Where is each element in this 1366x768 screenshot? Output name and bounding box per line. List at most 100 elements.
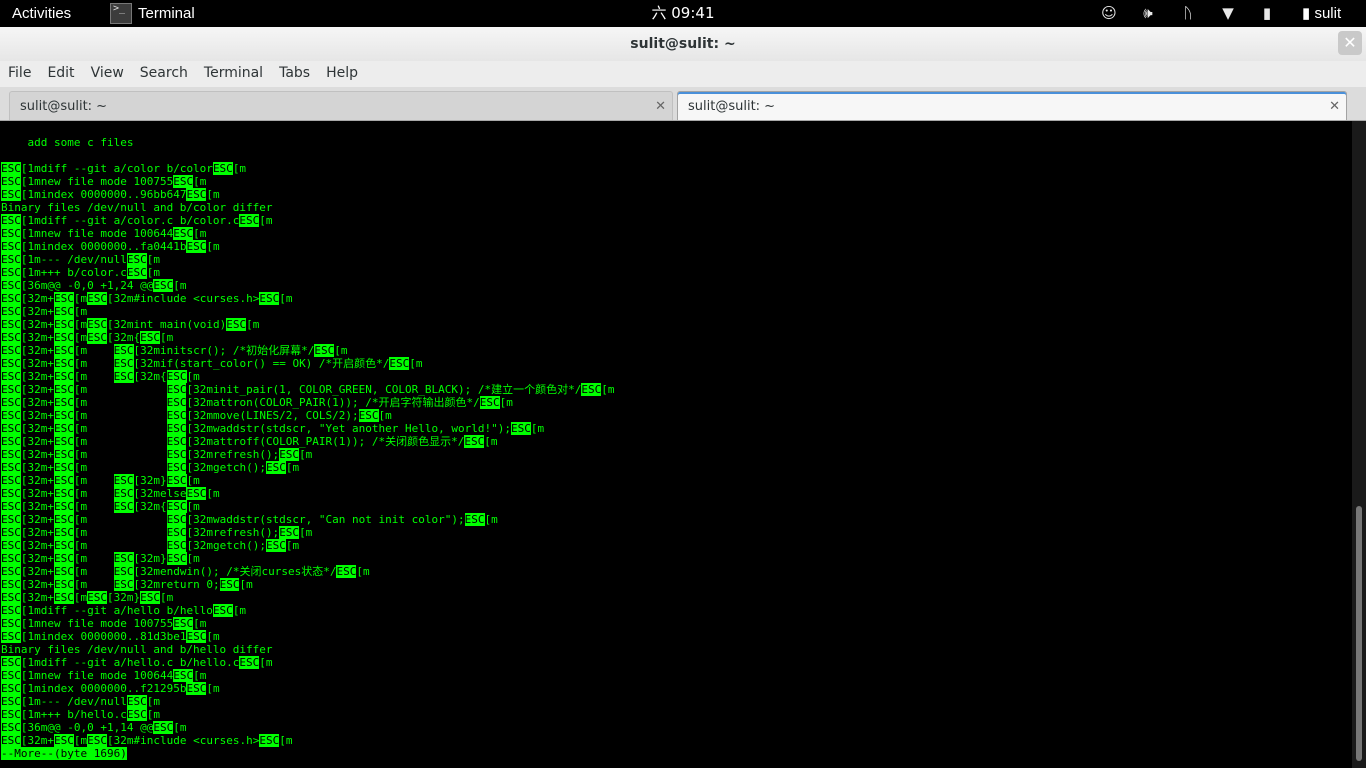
esc-control-marker: ESC [1,279,21,292]
terminal-line: ESC[32m+ESC[m ESC[32mif(start_color() ==… [1,357,423,370]
esc-control-marker: ESC [54,734,74,747]
esc-control-marker: ESC [166,552,187,565]
esc-control-marker: ESC [113,474,134,487]
esc-control-marker: ESC [87,591,107,604]
user-menu[interactable]: ▮ sulit [1302,0,1341,27]
esc-control-marker: ESC [1,175,21,188]
esc-control-marker: ESC [166,539,187,552]
terminal-line: ESC[32m+ESC[m ESC[32m}ESC[m [1,474,200,487]
menu-help[interactable]: Help [318,61,366,87]
esc-control-marker: ESC [87,331,107,344]
terminal-line: ESC[32m+ESC[m ESC[32mgetch();ESC[m [1,539,300,552]
esc-control-marker: ESC [166,461,187,474]
esc-control-marker: ESC [87,292,107,305]
pager-status: --More--(byte 1696) [1,747,127,760]
tab-close-icon[interactable]: ✕ [655,92,666,121]
esc-control-marker: ESC [140,331,160,344]
terminal-line: ESC[32m+ESC[mESC[32m}ESC[m [1,591,174,604]
tab-0[interactable]: sulit@sulit: ~ ✕ [9,91,673,120]
esc-control-marker: ESC [166,435,187,448]
esc-control-marker: ESC [186,487,207,500]
accessibility-icon[interactable]: ☺ [1099,0,1119,27]
tab-1[interactable]: sulit@sulit: ~ ✕ [677,91,1347,120]
bluetooth-icon[interactable]: ᚢ [1178,0,1198,27]
terminal-line: ESC[1mnew file mode 100644ESC[m [1,669,207,682]
terminal-line: ESC[32m+ESC[m ESC[32minit_pair(1, COLOR_… [1,383,615,396]
esc-control-marker: ESC [166,513,187,526]
esc-control-marker: ESC [186,682,207,695]
window-close-button[interactable]: ✕ [1338,31,1362,55]
esc-control-marker: ESC [54,344,74,357]
menu-edit[interactable]: Edit [39,61,82,87]
clock[interactable]: 六 09:41 [0,0,1366,27]
scrollbar-thumb[interactable] [1356,506,1362,761]
esc-control-marker: ESC [1,552,21,565]
esc-control-marker: ESC [259,734,280,747]
terminal-line: ESC[32m+ESC[mESC[32mint main(void)ESC[m [1,318,260,331]
terminal-line: ESC[32m+ESC[m ESC[32mattroff(COLOR_PAIR(… [1,435,498,448]
esc-control-marker: ESC [1,721,21,734]
esc-control-marker: ESC [113,370,134,383]
menu-terminal[interactable]: Terminal [196,61,271,87]
terminal-line: ESC[1mnew file mode 100644ESC[m [1,227,207,240]
esc-control-marker: ESC [1,474,21,487]
tab-label: sulit@sulit: ~ [688,99,776,114]
esc-control-marker: ESC [1,448,21,461]
esc-control-marker: ESC [54,500,74,513]
app-menu[interactable]: >_ Terminal [110,0,195,27]
esc-control-marker: ESC [265,461,286,474]
esc-control-marker: ESC [1,734,21,747]
menu-file[interactable]: File [0,61,39,87]
esc-control-marker: ESC [389,357,410,370]
menu-view[interactable]: View [83,61,132,87]
menu-tabs[interactable]: Tabs [271,61,318,87]
window-titlebar[interactable]: sulit@sulit: ~ ✕ [0,27,1366,61]
esc-control-marker: ESC [239,656,260,669]
esc-control-marker: ESC [1,591,21,604]
esc-control-marker: ESC [358,409,379,422]
esc-control-marker: ESC [1,487,21,500]
esc-control-marker: ESC [1,617,21,630]
terminal-line: Binary files /dev/null and b/hello diffe… [1,643,273,656]
terminal-line: ESC[32m+ESC[m ESC[32mrefresh();ESC[m [1,526,313,539]
esc-control-marker: ESC [510,422,531,435]
esc-control-marker: ESC [54,526,74,539]
terminal-area[interactable]: add some c files ESC[1mdiff --git a/colo… [0,121,1352,768]
menu-search[interactable]: Search [132,61,196,87]
terminal-line: ESC[1mdiff --git a/color b/colorESC[m [1,162,247,175]
tab-close-icon[interactable]: ✕ [1329,92,1340,121]
esc-control-marker: ESC [1,318,21,331]
esc-control-marker: ESC [166,409,187,422]
esc-control-marker: ESC [1,266,21,279]
terminal-line: ESC[1mdiff --git a/hello.c b/hello.cESC[… [1,656,273,669]
esc-control-marker: ESC [1,331,21,344]
esc-control-marker: ESC [464,435,485,448]
esc-control-marker: ESC [166,383,187,396]
wifi-icon[interactable]: ▼ [1218,0,1238,27]
menu-bar: File Edit View Search Terminal Tabs Help [0,61,1366,87]
esc-control-marker: ESC [126,253,147,266]
esc-control-marker: ESC [54,370,74,383]
esc-control-marker: ESC [1,357,21,370]
esc-control-marker: ESC [265,539,286,552]
esc-control-marker: ESC [54,552,74,565]
esc-control-marker: ESC [279,448,300,461]
volume-icon[interactable]: 🕪 [1138,0,1158,27]
terminal-line: ESC[1mdiff --git a/color.c b/color.cESC[… [1,214,273,227]
esc-control-marker: ESC [54,474,74,487]
battery-icon[interactable]: ▮ [1257,0,1277,27]
esc-control-marker: ESC [173,617,194,630]
activities-button[interactable]: Activities [12,0,71,27]
terminal-scrollbar[interactable] [1352,121,1366,768]
esc-control-marker: ESC [464,513,485,526]
esc-control-marker: ESC [140,591,160,604]
terminal-line: ESC[32m+ESC[m ESC[32mendwin(); /*关闭curse… [1,565,370,578]
esc-control-marker: ESC [87,734,107,747]
esc-control-marker: ESC [54,396,74,409]
esc-control-marker: ESC [166,448,187,461]
tab-label: sulit@sulit: ~ [20,99,108,114]
terminal-line: add some c files [1,136,134,149]
esc-control-marker: ESC [279,526,300,539]
esc-control-marker: ESC [54,409,74,422]
terminal-line: ESC[32m+ESC[m ESC[32minitscr(); /*初始化屏幕*… [1,344,348,357]
